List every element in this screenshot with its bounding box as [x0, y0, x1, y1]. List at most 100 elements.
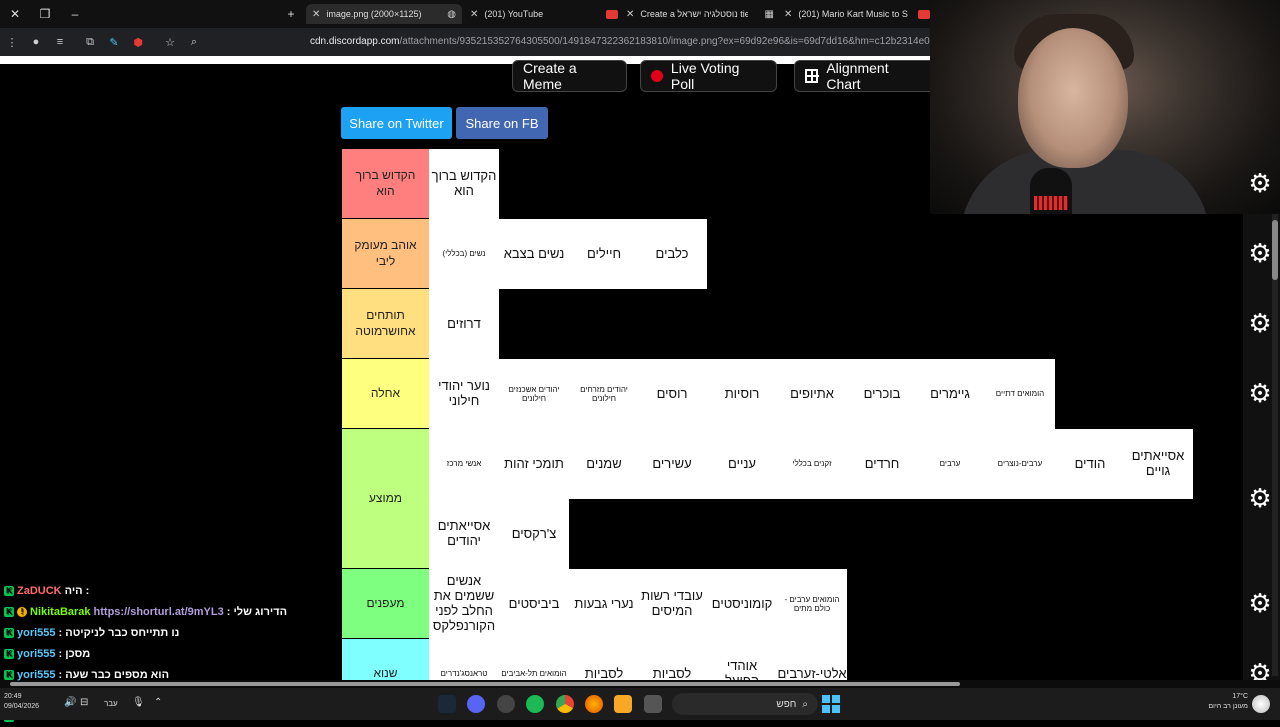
windows-start-icon[interactable]: [822, 695, 840, 713]
tab-tierlist[interactable]: ✕ Create a נוסטלגיה ישראל tier list ▦: [626, 4, 774, 24]
tier-item[interactable]: אתיופים: [777, 359, 847, 429]
tier-label[interactable]: אחלה: [342, 359, 429, 428]
bookmark-star-icon[interactable]: ☆: [158, 36, 182, 49]
reading-list-icon[interactable]: ≡: [48, 36, 72, 48]
chat-link[interactable]: https://shorturl.at/9mYL3: [94, 606, 224, 618]
tier-item[interactable]: הודים: [1055, 429, 1125, 499]
tier-item[interactable]: עובדי רשות המיסים: [637, 569, 707, 639]
language-indicator[interactable]: עבר: [104, 699, 118, 709]
weather-widget[interactable]: 17°C מעונן רב היום: [1200, 692, 1248, 712]
tier-item[interactable]: שמנים: [569, 429, 639, 499]
minimize-window-icon[interactable]: –: [60, 7, 90, 21]
tier-item[interactable]: הקדוש ברוך הוא: [429, 149, 499, 219]
chat-username[interactable]: NikitaBarak: [30, 606, 91, 618]
tier-item[interactable]: אלטי-זערבים: [777, 639, 847, 680]
taskbar-search[interactable]: חפש ⌕: [672, 693, 818, 715]
create-meme-button[interactable]: Create a Meme: [512, 60, 627, 92]
tier-label[interactable]: הקדוש ברוך הוא: [342, 149, 429, 218]
gear-icon[interactable]: ⚙: [1245, 483, 1275, 514]
new-tab-button[interactable]: +: [276, 7, 306, 21]
share-fb-button[interactable]: Share on FB: [456, 107, 548, 139]
tier-item[interactable]: קומוניסטים: [707, 569, 777, 639]
tier-item[interactable]: גיימרים: [915, 359, 985, 429]
profile-avatar-icon[interactable]: ●: [24, 36, 48, 48]
tray-clock[interactable]: 20:49 09/04/2026: [4, 692, 39, 712]
gear-icon[interactable]: ⚙: [1245, 378, 1275, 409]
tier-item[interactable]: צ'רקסים: [499, 499, 569, 569]
tier-item[interactable]: כלבים: [637, 219, 707, 289]
tier-label[interactable]: תותחים אחושרמוטה: [342, 289, 429, 358]
tier-item[interactable]: נשים (בכללי): [429, 219, 499, 289]
network-icon[interactable]: ⊟: [80, 698, 88, 708]
close-tab-icon[interactable]: ✕: [312, 9, 320, 20]
firefox-icon[interactable]: [585, 695, 603, 713]
tier-item[interactable]: אסייאתים יהודים: [429, 499, 499, 569]
steam-icon[interactable]: [438, 695, 456, 713]
close-tab-icon[interactable]: ✕: [470, 9, 478, 20]
tier-label[interactable]: מעפנים: [342, 569, 429, 638]
gear-icon[interactable]: ⚙: [1245, 238, 1275, 269]
gear-icon[interactable]: ⚙: [1245, 168, 1275, 199]
tier-item[interactable]: הומואים דתיים: [985, 359, 1055, 429]
live-voting-poll-button[interactable]: Live Voting Poll: [640, 60, 777, 92]
tier-item[interactable]: אנשי מרכז: [429, 429, 499, 499]
tier-item[interactable]: תומכי זהות: [499, 429, 569, 499]
chat-username[interactable]: yori555: [17, 669, 56, 681]
tier-item[interactable]: עניים: [707, 429, 777, 499]
tier-item[interactable]: רוסים: [637, 359, 707, 429]
tier-item[interactable]: בוכרים: [847, 359, 917, 429]
extensions-icon[interactable]: ⧉: [78, 36, 102, 49]
chat-username[interactable]: ZaDUCK: [17, 585, 62, 597]
tier-item[interactable]: לסביות: [569, 639, 639, 680]
file-explorer-icon[interactable]: [614, 695, 632, 713]
close-tab-icon[interactable]: ✕: [626, 9, 634, 20]
discord-icon[interactable]: [467, 695, 485, 713]
tray-overflow-icon[interactable]: ⌃: [154, 698, 162, 708]
tier-item[interactable]: אסייאתים גויים: [1123, 429, 1193, 499]
tier-item[interactable]: דרוזים: [429, 289, 499, 359]
tier-item[interactable]: ערבים-נוצרים: [985, 429, 1055, 499]
close-window-icon[interactable]: ✕: [0, 7, 30, 21]
menu-icon[interactable]: ⋮: [0, 36, 24, 49]
tier-label[interactable]: ממוצע: [342, 429, 429, 568]
spotify-icon[interactable]: [526, 695, 544, 713]
tier-item[interactable]: נשים בצבא: [499, 219, 569, 289]
tier-item[interactable]: זקנים בכללי: [777, 429, 847, 499]
chat-username[interactable]: yori555: [17, 627, 56, 639]
tier-item[interactable]: לסביות: [637, 639, 707, 680]
tab-youtube[interactable]: ✕ (201) YouTube: [470, 4, 618, 24]
tab-mario-kart[interactable]: ✕ (201) Mario Kart Music to Study: [784, 4, 930, 24]
tier-item[interactable]: הומואים ערבים -כולם מתים: [777, 569, 847, 639]
zoom-icon[interactable]: ⌕: [182, 36, 206, 49]
tier-item[interactable]: נוער יהודי חילוני: [429, 359, 499, 429]
app-icon[interactable]: [497, 695, 515, 713]
tier-item[interactable]: טראנסג'נדרים: [429, 639, 499, 680]
extension-translate-icon[interactable]: ✎: [102, 36, 126, 49]
close-tab-icon[interactable]: ✕: [784, 9, 792, 20]
alignment-chart-button[interactable]: Alignment Chart: [794, 60, 930, 92]
tier-label[interactable]: אוהב מעומק ליבי: [342, 219, 429, 288]
tier-item[interactable]: יהודים אשכנזים חילונים: [499, 359, 569, 429]
tier-item[interactable]: רוסיות: [707, 359, 777, 429]
gear-icon[interactable]: ⚙: [1245, 658, 1275, 680]
window-app-icon[interactable]: [644, 695, 662, 713]
tier-item[interactable]: אנשים ששמים את החלב לפני הקורנפלקס: [429, 569, 499, 639]
share-twitter-button[interactable]: Share on Twitter: [341, 107, 452, 139]
restore-window-icon[interactable]: ❐: [30, 7, 60, 21]
tier-item[interactable]: חרדים: [847, 429, 917, 499]
tier-item[interactable]: ביביסטים: [499, 569, 569, 639]
mic-icon[interactable]: 🎙: [132, 698, 145, 708]
volume-icon[interactable]: 🔊: [64, 698, 76, 708]
gear-icon[interactable]: ⚙: [1245, 588, 1275, 619]
tier-label[interactable]: שנוא: [342, 639, 429, 680]
tier-item[interactable]: נערי גבעות: [569, 569, 639, 639]
tier-item[interactable]: אוהדי הפועל: [707, 639, 777, 680]
chrome-icon[interactable]: [556, 695, 574, 713]
tier-item[interactable]: עשירים: [637, 429, 707, 499]
tab-image[interactable]: ✕ image.png (2000×1125) ◍: [306, 4, 462, 24]
tier-item[interactable]: ערבים: [915, 429, 985, 499]
tier-item[interactable]: יהודים מזרחים חילונים: [569, 359, 639, 429]
chat-username[interactable]: yori555: [17, 648, 56, 660]
tier-item[interactable]: חיילים: [569, 219, 639, 289]
gear-icon[interactable]: ⚙: [1245, 308, 1275, 339]
